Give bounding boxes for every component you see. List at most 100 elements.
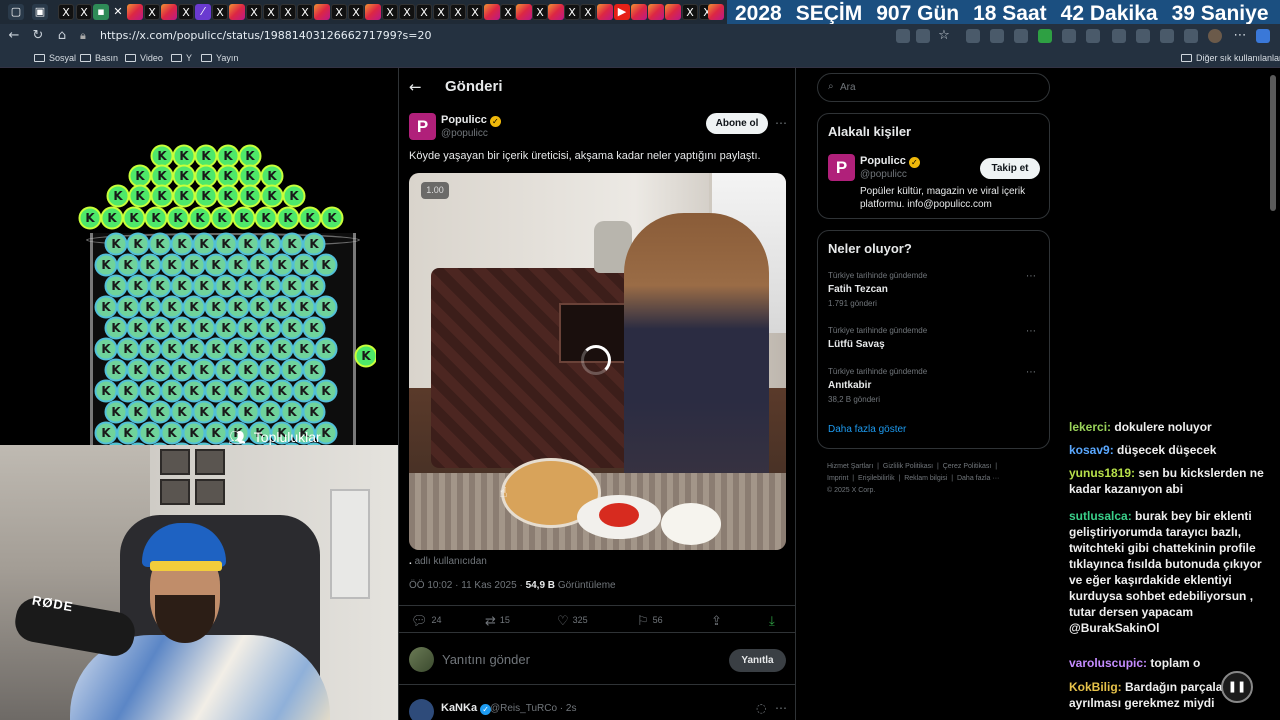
instagram-tab-icon[interactable] bbox=[365, 4, 381, 20]
reply-author[interactable]: KaNKa ✓ bbox=[441, 702, 492, 715]
x-tab-icon[interactable]: X bbox=[76, 4, 92, 20]
trend-name[interactable]: Anıtkabir bbox=[828, 380, 871, 391]
site-tab-icon[interactable]: ▪ bbox=[93, 4, 109, 20]
reload-icon[interactable]: ↻ bbox=[30, 28, 46, 44]
instagram-tab-icon[interactable] bbox=[161, 4, 177, 20]
x-tab-icon[interactable]: X bbox=[682, 4, 698, 20]
communities-label[interactable]: 👥︎ Topluluklar bbox=[228, 429, 321, 446]
footer-link[interactable]: Gizlilik Politikası bbox=[883, 463, 933, 470]
close-tab-icon[interactable]: ✕ bbox=[110, 4, 126, 20]
footer-link[interactable]: Daha fazla ··· bbox=[957, 475, 999, 482]
x-tab-icon[interactable]: X bbox=[532, 4, 548, 20]
video-source[interactable]: . adlı kullanıcıdan bbox=[409, 556, 487, 567]
reply-item[interactable]: KaNKa ✓ @Reis_TuRCo · 2s ◌ ⋯ bbox=[399, 693, 795, 720]
trend-name[interactable]: Fatih Tezcan bbox=[828, 284, 888, 295]
chat-username[interactable]: lekerci: bbox=[1069, 420, 1111, 434]
extension-icon[interactable] bbox=[990, 29, 1004, 43]
x-tab-icon[interactable]: X bbox=[450, 4, 466, 20]
x-tab-icon[interactable]: X bbox=[212, 4, 228, 20]
x-tab-icon[interactable]: X bbox=[144, 4, 160, 20]
x-tab-icon[interactable]: X bbox=[297, 4, 313, 20]
post-time[interactable]: ÖÖ 10:02 · 11 Kas 2025 · bbox=[409, 580, 523, 591]
trend-more-icon[interactable]: ⋯ bbox=[1026, 271, 1036, 282]
chat-username[interactable]: yunus1819: bbox=[1069, 466, 1135, 480]
x-tab-icon[interactable]: X bbox=[416, 4, 432, 20]
footer-link[interactable]: Imprint bbox=[827, 475, 848, 482]
x-tab-icon[interactable]: X bbox=[263, 4, 279, 20]
footer-link[interactable]: Erişilebilirlik bbox=[858, 475, 895, 482]
x-tab-icon[interactable]: X bbox=[58, 4, 74, 20]
show-more-link[interactable]: Daha fazla göster bbox=[828, 424, 906, 435]
repost-action[interactable]: ⇄ 15 bbox=[485, 614, 510, 629]
more-options-icon[interactable]: ⋯ bbox=[775, 701, 788, 715]
x-tab-icon[interactable]: X bbox=[500, 4, 516, 20]
reply-input[interactable]: Yanıtını gönder bbox=[442, 652, 530, 667]
x-tab-icon[interactable]: X bbox=[580, 4, 596, 20]
instagram-tab-icon[interactable] bbox=[631, 4, 647, 20]
reply-action[interactable]: 💬︎ 24 bbox=[411, 614, 442, 629]
instagram-tab-icon[interactable] bbox=[548, 4, 564, 20]
more-menu-icon[interactable]: ⋯ bbox=[1232, 28, 1248, 44]
trend-more-icon[interactable]: ⋯ bbox=[1026, 367, 1036, 378]
author-handle[interactable]: @populicc bbox=[441, 128, 488, 139]
bookmark-folder-y[interactable]: Y bbox=[171, 52, 192, 64]
x-tab-icon[interactable]: X bbox=[564, 4, 580, 20]
bookmark-action[interactable]: ⚐ 56 bbox=[637, 614, 663, 629]
x-tab-icon[interactable]: X bbox=[246, 4, 262, 20]
grok-icon[interactable]: ◌ bbox=[756, 701, 767, 715]
x-tab-icon[interactable]: X bbox=[178, 4, 194, 20]
heart-icon[interactable] bbox=[1160, 29, 1174, 43]
follow-button[interactable]: Takip et bbox=[980, 158, 1040, 179]
x-tab-icon[interactable]: X bbox=[348, 4, 364, 20]
instagram-tab-icon[interactable] bbox=[648, 4, 664, 20]
collections-icon[interactable] bbox=[1184, 29, 1198, 43]
profile-avatar[interactable] bbox=[1208, 29, 1222, 43]
reply-button[interactable]: Yanıtla bbox=[729, 649, 786, 672]
tab-actions-icon[interactable]: ▣ bbox=[32, 4, 48, 20]
home-icon[interactable]: ⌂ bbox=[54, 28, 70, 44]
read-aloud-icon[interactable] bbox=[916, 29, 930, 43]
bookmark-folder-video[interactable]: Video bbox=[125, 52, 163, 64]
x-tab-icon[interactable]: X bbox=[280, 4, 296, 20]
site-tab-icon[interactable]: ⁄ bbox=[195, 4, 211, 20]
subscribe-button[interactable]: Abone ol bbox=[706, 113, 768, 134]
x-tab-icon[interactable]: X bbox=[399, 4, 415, 20]
reply-avatar[interactable] bbox=[409, 699, 434, 720]
x-tab-icon[interactable]: X bbox=[331, 4, 347, 20]
trend-name[interactable]: Lütfü Savaş bbox=[828, 339, 885, 350]
x-tab-icon[interactable]: X bbox=[382, 4, 398, 20]
share-action[interactable]: ⇪ bbox=[711, 614, 726, 629]
extension-icon[interactable] bbox=[1014, 29, 1028, 43]
playback-speed-badge[interactable]: 1.00 bbox=[421, 182, 449, 199]
instagram-tab-icon[interactable] bbox=[597, 4, 613, 20]
chat-username[interactable]: varoluscupic: bbox=[1069, 656, 1147, 670]
instagram-tab-icon[interactable] bbox=[127, 4, 143, 20]
like-action[interactable]: ♡ 325 bbox=[557, 614, 588, 629]
bookmark-folder-yayin[interactable]: Yayın bbox=[201, 52, 238, 64]
favorites-icon[interactable] bbox=[1136, 29, 1150, 43]
footer-link[interactable]: Çerez Politikası bbox=[943, 463, 992, 470]
instagram-tab-icon[interactable] bbox=[516, 4, 532, 20]
author-name[interactable]: Populicc ✓ bbox=[441, 114, 501, 127]
youtube-tab-icon[interactable]: ▶ bbox=[614, 4, 630, 20]
back-icon[interactable]: ← bbox=[6, 28, 22, 44]
extension-icon[interactable] bbox=[966, 29, 980, 43]
back-arrow-icon[interactable]: ← bbox=[409, 78, 422, 96]
extension-icon[interactable] bbox=[896, 29, 910, 43]
chat-username[interactable]: KokBilig: bbox=[1069, 680, 1122, 694]
extension-icon[interactable] bbox=[1086, 29, 1100, 43]
related-avatar[interactable]: P bbox=[828, 154, 855, 181]
trend-more-icon[interactable]: ⋯ bbox=[1026, 326, 1036, 337]
bookmark-folder-basin[interactable]: Basın bbox=[80, 52, 118, 64]
author-avatar[interactable]: P bbox=[409, 113, 436, 140]
x-tab-icon[interactable]: X bbox=[433, 4, 449, 20]
instagram-tab-icon[interactable] bbox=[229, 4, 245, 20]
instagram-tab-icon[interactable] bbox=[484, 4, 500, 20]
extension-icon[interactable] bbox=[1062, 29, 1076, 43]
chat-username[interactable]: kosav9: bbox=[1069, 443, 1114, 457]
extension-icon[interactable] bbox=[1038, 29, 1052, 43]
more-options-icon[interactable]: ⋯ bbox=[775, 116, 788, 130]
url-field[interactable]: 🔒︎ https://x.com/populicc/status/19881403… bbox=[80, 27, 960, 45]
x-tab-icon[interactable]: X bbox=[467, 4, 483, 20]
copilot-icon[interactable] bbox=[1256, 29, 1270, 43]
